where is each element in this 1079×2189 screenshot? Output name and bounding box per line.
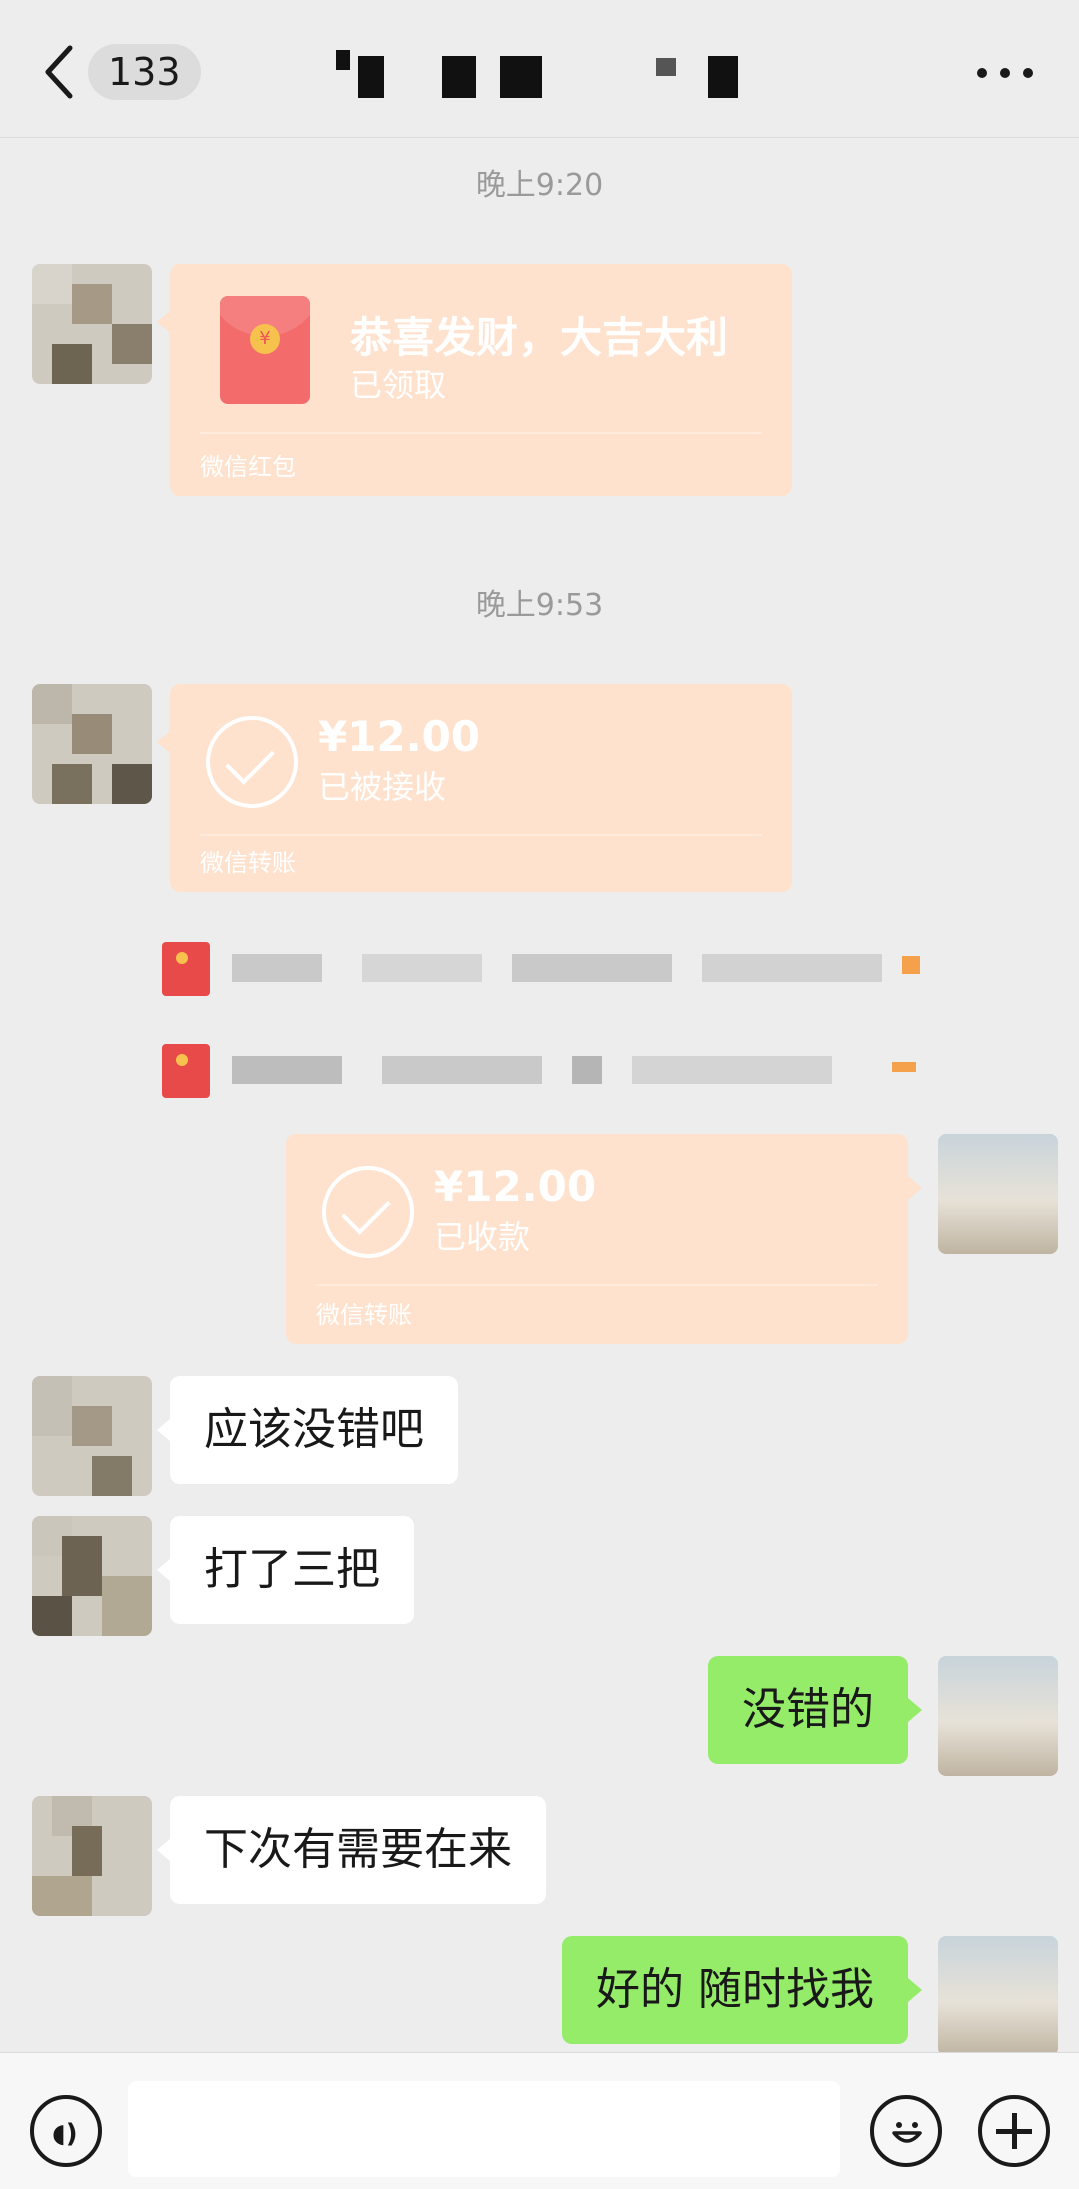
check-circle-icon <box>206 716 298 808</box>
message-bubble[interactable]: 下次有需要在来 <box>170 1796 546 1904</box>
red-packet-card[interactable]: ¥ 恭喜发财，大吉大利 已领取 微信红包 <box>170 264 792 496</box>
bubble-arrow <box>157 1418 171 1442</box>
red-packet-notice <box>162 1040 942 1100</box>
contact-avatar[interactable] <box>32 684 152 804</box>
message-bubble[interactable]: 打了三把 <box>170 1516 414 1624</box>
unread-count-badge[interactable]: 133 <box>88 44 201 100</box>
card-divider <box>316 1284 878 1286</box>
transfer-status: 已被接收 <box>318 768 447 806</box>
red-packet-footer: 微信红包 <box>200 453 296 481</box>
bubble-arrow <box>157 1838 171 1862</box>
red-packet-greeting: 恭喜发财，大吉大利 <box>350 313 729 362</box>
transfer-amount: ¥12.00 <box>434 1162 597 1211</box>
emoji-icon[interactable] <box>870 2095 942 2167</box>
transfer-status: 已收款 <box>434 1218 531 1256</box>
contact-avatar[interactable] <box>32 1516 152 1636</box>
bubble-arrow <box>157 730 171 754</box>
timestamp: 晚上9:20 <box>475 168 604 203</box>
my-avatar[interactable] <box>938 1936 1058 2056</box>
message-bubble-outgoing[interactable]: 好的 随时找我 <box>562 1936 908 2044</box>
card-divider <box>200 834 762 836</box>
message-input[interactable] <box>128 2081 840 2177</box>
back-chevron-icon[interactable] <box>40 42 80 102</box>
bubble-arrow <box>908 1176 922 1200</box>
bubble-arrow <box>157 1558 171 1582</box>
more-icon[interactable] <box>975 58 1035 88</box>
card-divider <box>200 432 762 434</box>
bubble-arrow <box>908 1698 922 1722</box>
bubble-arrow <box>157 310 171 334</box>
contact-avatar[interactable] <box>32 1376 152 1496</box>
red-packet-icon <box>162 942 210 996</box>
check-circle-icon <box>322 1166 414 1258</box>
red-packet-icon <box>162 1044 210 1098</box>
red-packet-notice <box>162 938 942 998</box>
message-bubble-outgoing[interactable]: 没错的 <box>708 1656 908 1764</box>
plus-icon[interactable] <box>978 2095 1050 2167</box>
transfer-amount: ¥12.00 <box>318 712 481 761</box>
bubble-arrow <box>908 1978 922 2002</box>
contact-avatar[interactable] <box>32 264 152 384</box>
transfer-footer: 微信转账 <box>316 1301 412 1329</box>
red-packet-status: 已领取 <box>350 366 447 404</box>
input-bar: ◖) <box>0 2052 1079 2189</box>
chat-title <box>330 50 750 98</box>
transfer-card-outgoing[interactable]: ¥12.00 已收款 微信转账 <box>286 1134 908 1344</box>
red-packet-icon: ¥ <box>220 296 310 404</box>
my-avatar[interactable] <box>938 1656 1058 1776</box>
contact-avatar[interactable] <box>32 1796 152 1916</box>
voice-icon[interactable]: ◖) <box>30 2095 102 2167</box>
transfer-footer: 微信转账 <box>200 849 296 877</box>
my-avatar[interactable] <box>938 1134 1058 1254</box>
transfer-card-incoming[interactable]: ¥12.00 已被接收 微信转账 <box>170 684 792 892</box>
message-bubble[interactable]: 应该没错吧 <box>170 1376 458 1484</box>
chat-header: 133 <box>0 0 1079 138</box>
timestamp: 晚上9:53 <box>475 588 604 623</box>
